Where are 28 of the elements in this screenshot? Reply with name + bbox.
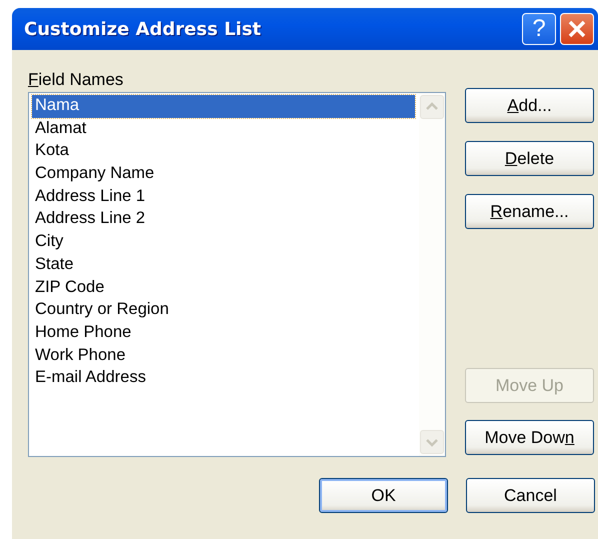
side-button[interactable]: Rename... — [465, 194, 594, 229]
list-item[interactable]: Company Name — [32, 163, 415, 186]
list-item[interactable]: ZIP Code — [32, 276, 415, 300]
list-item[interactable]: City — [32, 231, 415, 254]
close-icon — [567, 19, 587, 39]
list-item[interactable]: Home Phone — [32, 322, 415, 345]
field-names-label: Field Names — [28, 70, 124, 90]
help-button[interactable]: ? — [522, 13, 556, 45]
window-title: Customize Address List — [24, 18, 262, 40]
dialog-button[interactable]: OK — [319, 478, 448, 513]
side-button[interactable]: Delete — [465, 141, 594, 176]
list-item[interactable]: Address Line 1 — [32, 186, 415, 208]
list-item[interactable]: E-mail Address — [32, 367, 415, 390]
list-item[interactable]: State — [32, 254, 415, 276]
scrollbar[interactable] — [419, 93, 445, 456]
close-button[interactable] — [560, 13, 594, 45]
field-names-list[interactable]: Nama Alamat Kota Company Name Address Line 1 Address Line 2 City State ZIP Code Country or Region Home Phone Work Phone E-mail Address — [28, 92, 446, 457]
dialog-button[interactable]: Cancel — [466, 478, 595, 513]
list-item[interactable]: Work Phone — [32, 344, 415, 368]
side-button[interactable]: Move Down — [465, 420, 594, 455]
list-item[interactable]: Alamat — [32, 118, 415, 140]
list-item[interactable]: Kota — [32, 140, 415, 164]
list-item[interactable]: Country or Region — [32, 299, 415, 322]
list-item[interactable]: Nama — [32, 95, 415, 118]
list-item[interactable]: Address Line 2 — [32, 208, 415, 232]
scroll-up-icon[interactable] — [420, 95, 444, 119]
scroll-down-icon[interactable] — [420, 430, 444, 454]
side-button[interactable]: Add... — [465, 88, 594, 123]
